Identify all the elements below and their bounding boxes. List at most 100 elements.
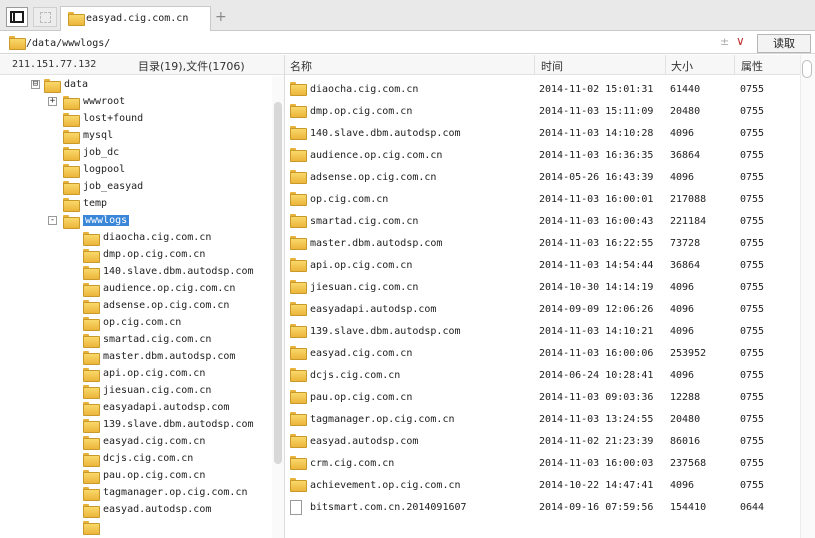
file-time: 2014-06-24 10:28:41 bbox=[539, 370, 654, 381]
file-name: smartad.cig.com.cn bbox=[310, 216, 419, 227]
file-time: 2014-11-03 16:22:55 bbox=[539, 238, 654, 249]
file-list-scrollbar-thumb[interactable] bbox=[802, 60, 812, 78]
tree-node[interactable]: tagmanager.op.cig.com.cn bbox=[83, 484, 248, 501]
tree-node-partial[interactable] bbox=[83, 518, 103, 535]
tree-node[interactable]: dcjs.cig.com.cn bbox=[83, 450, 193, 467]
file-list-scrollbar[interactable] bbox=[800, 55, 815, 538]
collapse-toggle[interactable]: ⊟ bbox=[31, 80, 40, 89]
expand-toggle[interactable]: + bbox=[48, 97, 57, 106]
file-row[interactable]: 139.slave.dbm.autodsp.com 2014-11-03 14:1… bbox=[285, 320, 800, 342]
file-row[interactable]: api.op.cig.com.cn 2014-11-03 14:54:44 3686… bbox=[285, 254, 800, 276]
file-row[interactable]: smartad.cig.com.cn 2014-11-03 16:00:43 221… bbox=[285, 210, 800, 232]
path-input[interactable] bbox=[26, 34, 716, 52]
chevron-down-icon[interactable]: ∨ bbox=[736, 34, 745, 48]
file-attr: 0755 bbox=[740, 172, 765, 183]
file-attr: 0755 bbox=[740, 150, 765, 161]
tree-node[interactable]: dmp.op.cig.com.cn bbox=[83, 246, 205, 263]
file-row[interactable]: pau.op.cig.com.cn 2014-11-03 09:03:36 1228… bbox=[285, 386, 800, 408]
tab-active[interactable]: easyad.cig.com.cn bbox=[60, 6, 211, 31]
file-row[interactable]: 140.slave.dbm.autodsp.com 2014-11-03 14:1… bbox=[285, 122, 800, 144]
file-row[interactable]: easyadapi.autodsp.com 2014-09-09 12:06:26… bbox=[285, 298, 800, 320]
file-row[interactable]: adsense.op.cig.com.cn 2014-05-26 16:43:39… bbox=[285, 166, 800, 188]
file-row[interactable]: jiesuan.cig.com.cn 2014-10-30 14:14:19 409… bbox=[285, 276, 800, 298]
folder-icon bbox=[83, 401, 100, 416]
file-row[interactable]: audience.op.cig.com.cn 2014-11-03 16:36:3… bbox=[285, 144, 800, 166]
file-row[interactable]: master.dbm.autodsp.com 2014-11-03 16:22:5… bbox=[285, 232, 800, 254]
file-row[interactable]: achievement.op.cig.com.cn 2014-10-22 14:4… bbox=[285, 474, 800, 496]
add-tab-button[interactable]: + bbox=[215, 9, 227, 25]
column-header-attr[interactable]: 属性 bbox=[741, 58, 763, 74]
file-row[interactable]: crm.cig.com.cn 2014-11-03 16:00:03 237568 0… bbox=[285, 452, 800, 474]
file-size: 4096 bbox=[670, 128, 695, 139]
file-name: easyadapi.autodsp.com bbox=[310, 304, 437, 315]
tree-node[interactable]: logpool bbox=[63, 161, 125, 178]
column-header-name[interactable]: 名称 bbox=[290, 58, 312, 74]
file-row[interactable]: dcjs.cig.com.cn 2014-06-24 10:28:41 4096 07… bbox=[285, 364, 800, 386]
folder-icon bbox=[290, 368, 307, 382]
file-name: dmp.op.cig.com.cn bbox=[310, 106, 413, 117]
file-size: 217088 bbox=[670, 194, 707, 205]
tree-node[interactable]: op.cig.com.cn bbox=[83, 314, 181, 331]
file-row[interactable]: bitsmart.com.cn.2014091607 2014-09-16 07:… bbox=[285, 496, 800, 518]
tree-node-data[interactable]: data bbox=[44, 76, 88, 93]
file-time: 2014-11-02 21:23:39 bbox=[539, 436, 654, 447]
folder-icon bbox=[290, 434, 307, 448]
file-row[interactable]: easyad.autodsp.com 2014-11-02 21:23:39 860… bbox=[285, 430, 800, 452]
tree-node[interactable]: api.op.cig.com.cn bbox=[83, 365, 205, 382]
tree-node[interactable]: smartad.cig.com.cn bbox=[83, 331, 211, 348]
tree-node[interactable]: audience.op.cig.com.cn bbox=[83, 280, 235, 297]
file-row[interactable]: op.cig.com.cn 2014-11-03 16:00:01 217088 07… bbox=[285, 188, 800, 210]
file-attr: 0755 bbox=[740, 392, 765, 403]
tree-node-label: api.op.cig.com.cn bbox=[103, 368, 206, 379]
file-row[interactable]: easyad.cig.com.cn 2014-11-03 16:00:06 2539… bbox=[285, 342, 800, 364]
tree-node[interactable]: lost+found bbox=[63, 110, 143, 127]
column-divider[interactable] bbox=[734, 55, 735, 75]
tree-node[interactable]: easyad.autodsp.com bbox=[83, 501, 211, 518]
tree-node[interactable]: 139.slave.dbm.autodsp.com bbox=[83, 416, 254, 433]
tree-node[interactable]: 140.slave.dbm.autodsp.com bbox=[83, 263, 254, 280]
file-attr: 0755 bbox=[740, 480, 765, 491]
tree-node[interactable]: easyad.cig.com.cn bbox=[83, 433, 205, 450]
tree-node[interactable]: easyadapi.autodsp.com bbox=[83, 399, 229, 416]
file-row[interactable]: diaocha.cig.com.cn 2014-11-02 15:01:31 614… bbox=[285, 78, 800, 100]
tree-node[interactable]: jiesuan.cig.com.cn bbox=[83, 382, 211, 399]
file-size: 253952 bbox=[670, 348, 707, 359]
file-attr: 0755 bbox=[740, 216, 765, 227]
plus-minus-icon[interactable]: ± bbox=[720, 35, 729, 48]
tab-label: easyad.cig.com.cn bbox=[86, 13, 189, 24]
file-attr: 0755 bbox=[740, 128, 765, 139]
file-row[interactable]: tagmanager.op.cig.com.cn 2014-11-03 13:24… bbox=[285, 408, 800, 430]
column-header-size[interactable]: 大小 bbox=[671, 58, 693, 74]
file-time: 2014-11-02 15:01:31 bbox=[539, 84, 654, 95]
folder-icon bbox=[290, 148, 307, 162]
tree-node[interactable]: wwwroot bbox=[63, 93, 125, 110]
read-button[interactable]: 读取 bbox=[757, 34, 811, 53]
expand-toggle[interactable]: - bbox=[48, 216, 57, 225]
tree-node[interactable]: mysql bbox=[63, 127, 113, 144]
tree-node-label: easyad.autodsp.com bbox=[103, 504, 212, 515]
tree-node[interactable]: job_easyad bbox=[63, 178, 143, 195]
folder-icon bbox=[83, 486, 100, 501]
file-row[interactable]: dmp.op.cig.com.cn 2014-11-03 15:11:09 2048… bbox=[285, 100, 800, 122]
file-time: 2014-11-03 14:54:44 bbox=[539, 260, 654, 271]
tree-node-label: audience.op.cig.com.cn bbox=[103, 283, 236, 294]
file-size: 86016 bbox=[670, 436, 701, 447]
tree-node[interactable]: diaocha.cig.com.cn bbox=[83, 229, 211, 246]
tree-node[interactable]: pau.op.cig.com.cn bbox=[83, 467, 205, 484]
tree-node[interactable]: master.dbm.autodsp.com bbox=[83, 348, 235, 365]
tree-scrollbar-thumb[interactable] bbox=[274, 102, 282, 464]
blank-tab-button[interactable] bbox=[33, 7, 57, 27]
column-divider[interactable] bbox=[665, 55, 666, 75]
file-size: 237568 bbox=[670, 458, 707, 469]
toggle-panel-button[interactable] bbox=[6, 7, 28, 27]
folder-icon bbox=[83, 520, 100, 535]
directory-tree: ⊟ data + wwwroot lost+found mysql job_dc logp… bbox=[0, 76, 272, 538]
tree-node[interactable]: wwwlogs bbox=[63, 212, 130, 229]
tree-node[interactable]: job_dc bbox=[63, 144, 119, 161]
tree-node[interactable]: temp bbox=[63, 195, 107, 212]
file-attr: 0644 bbox=[740, 502, 765, 513]
column-divider[interactable] bbox=[534, 55, 535, 75]
tree-node-label: smartad.cig.com.cn bbox=[103, 334, 212, 345]
tree-node[interactable]: adsense.op.cig.com.cn bbox=[83, 297, 229, 314]
column-header-time[interactable]: 时间 bbox=[541, 58, 563, 74]
